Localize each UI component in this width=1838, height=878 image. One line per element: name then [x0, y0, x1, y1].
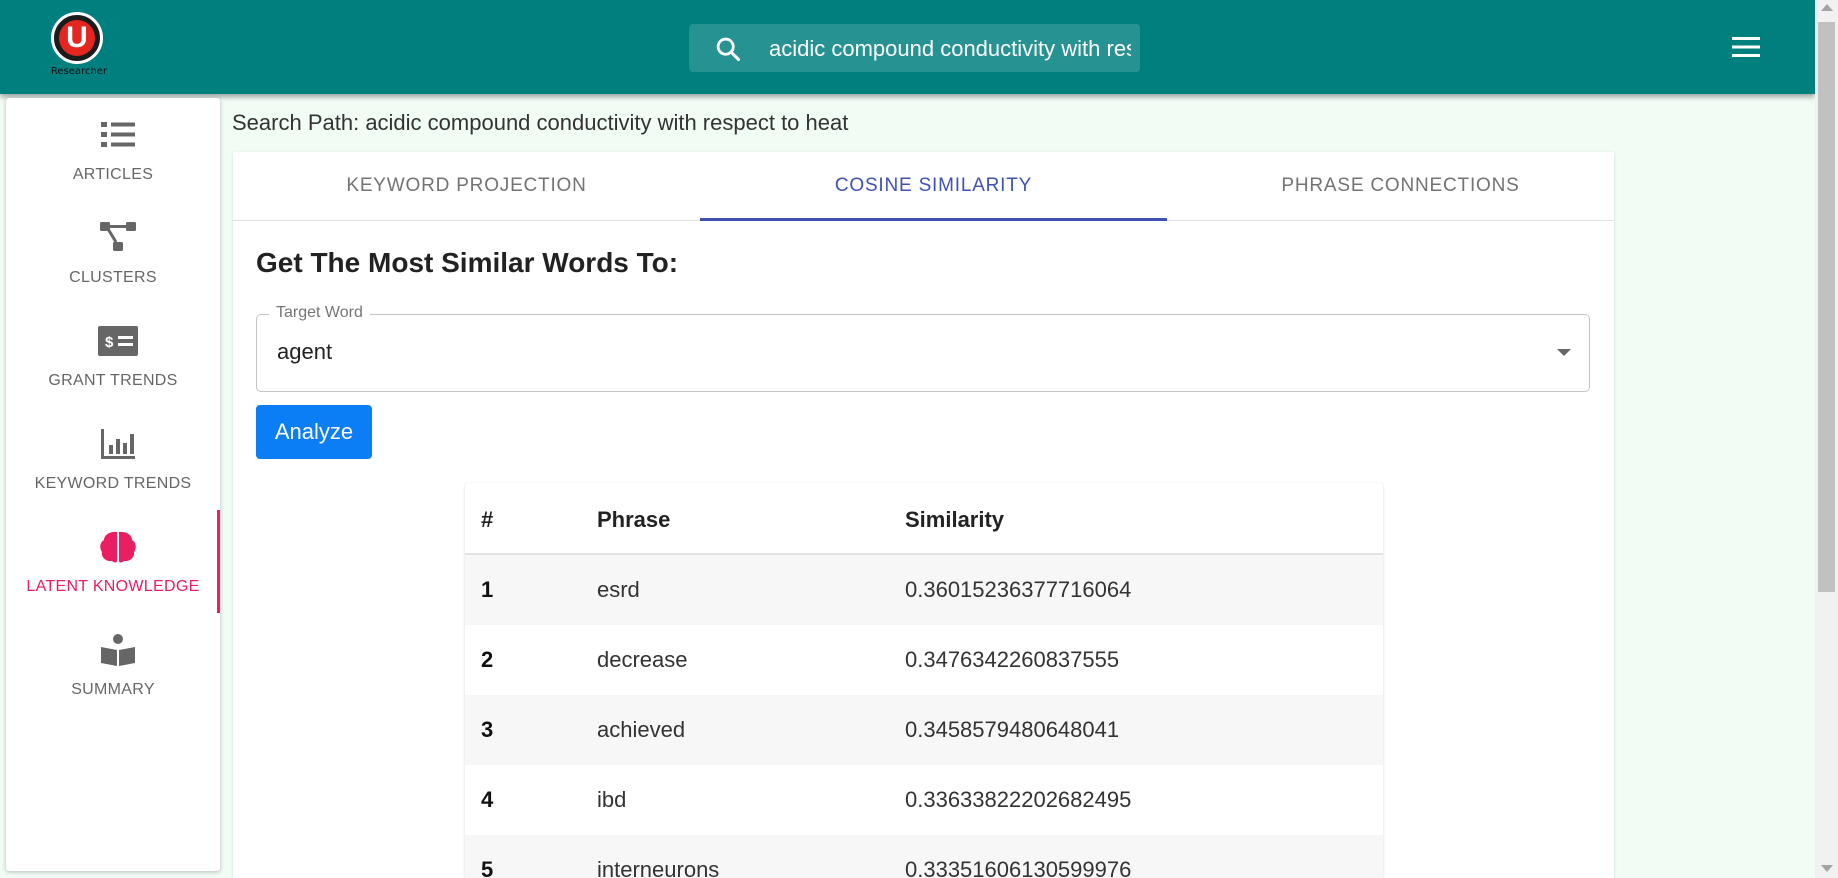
tab-keyword-projection[interactable]: KEYWORD PROJECTION [233, 152, 700, 220]
sidebar-item-label: CLUSTERS [69, 269, 157, 286]
analysis-card: KEYWORD PROJECTION COSINE SIMILARITY PHR… [233, 152, 1614, 878]
svg-text:$: $ [105, 334, 114, 351]
sidebar-nav: ARTICLES CLUSTERS $ GRANT TRENDS KEYWORD… [6, 98, 220, 871]
row-rank: 4 [481, 787, 494, 812]
sidebar-item-label: ARTICLES [72, 166, 154, 183]
researcher-logo[interactable]: U Researcher [46, 12, 112, 84]
sidebar-item-summary[interactable]: SUMMARY [6, 613, 220, 716]
brain-icon [100, 531, 136, 563]
sidebar-item-label: GRANT TRENDS [48, 372, 178, 389]
sidebar-item-latent-knowledge[interactable]: LATENT KNOWLEDGE [6, 510, 220, 613]
top-app-bar: U Researcher acidic compound conductivit… [0, 0, 1815, 94]
active-indicator [217, 510, 220, 613]
similarity-table: # Phrase Similarity 1 esrd 0.36015236377… [465, 483, 1383, 878]
section-title: Get The Most Similar Words To: [256, 247, 679, 278]
sidebar-item-articles[interactable]: ARTICLES [6, 98, 220, 201]
page-scrollbar[interactable] [1815, 0, 1838, 878]
table-row: 5 interneurons 0.33351606130599976 [465, 835, 1383, 878]
scroll-up-arrow-icon[interactable] [1821, 4, 1833, 11]
scroll-down-arrow-icon[interactable] [1821, 865, 1833, 872]
table-row: 3 achieved 0.3458579480648041 [465, 695, 1383, 766]
reader-icon [101, 634, 135, 666]
logo-badge: U [51, 12, 103, 64]
row-phrase: ibd [597, 787, 627, 812]
row-similarity: 0.33351606130599976 [905, 857, 1132, 878]
sidebar-item-label: SUMMARY [71, 681, 155, 698]
search-path: Search Path: acidic compound conductivit… [232, 110, 848, 136]
target-word-label: Target Word [269, 304, 370, 322]
search-path-label: Search Path: [232, 110, 360, 135]
dropdown-arrow-icon[interactable] [1557, 349, 1571, 356]
row-similarity: 0.3476342260837555 [905, 647, 1120, 672]
sidebar-item-grant-trends[interactable]: $ GRANT TRENDS [6, 304, 220, 407]
sidebar-item-label: KEYWORD TRENDS [34, 475, 192, 492]
tab-cosine-similarity[interactable]: COSINE SIMILARITY [700, 152, 1167, 220]
table-row: 2 decrease 0.3476342260837555 [465, 625, 1383, 696]
hamburger-menu-icon[interactable] [1732, 36, 1760, 58]
sidebar-item-label: LATENT KNOWLEDGE [26, 578, 200, 595]
row-rank: 3 [481, 717, 494, 742]
row-phrase: decrease [597, 647, 688, 672]
logo-caption: Researcher [50, 66, 108, 77]
row-rank: 1 [481, 577, 494, 602]
row-rank: 5 [481, 857, 494, 878]
sidebar-item-clusters[interactable]: CLUSTERS [6, 201, 220, 304]
tab-indicator [700, 218, 1167, 221]
row-similarity: 0.33633822202682495 [905, 787, 1132, 812]
target-word-select[interactable]: Target Word agent [256, 304, 1590, 392]
column-header-phrase: Phrase [597, 507, 671, 532]
analysis-tabs: KEYWORD PROJECTION COSINE SIMILARITY PHR… [233, 152, 1614, 221]
cluster-icon [100, 222, 136, 251]
money-icon: $ [98, 326, 138, 356]
search-path-value: acidic compound conductivity with respec… [365, 110, 849, 135]
table-row: 4 ibd 0.33633822202682495 [465, 765, 1383, 836]
table-row: 1 esrd 0.36015236377716064 [465, 555, 1383, 626]
row-rank: 2 [481, 647, 494, 672]
row-phrase: interneurons [597, 857, 720, 878]
search-bar[interactable]: acidic compound conductivity with respec… [689, 24, 1140, 72]
list-icon [101, 122, 135, 147]
row-similarity: 0.36015236377716064 [905, 577, 1132, 602]
row-phrase: achieved [597, 717, 686, 742]
analyze-button[interactable]: Analyze [256, 405, 372, 459]
column-header-similarity: Similarity [905, 507, 1005, 532]
tab-phrase-connections[interactable]: PHRASE CONNECTIONS [1167, 152, 1634, 220]
scrollbar-thumb[interactable] [1818, 22, 1835, 592]
row-phrase: esrd [597, 577, 640, 602]
row-similarity: 0.3458579480648041 [905, 717, 1120, 742]
bar-chart-icon [101, 429, 135, 459]
table-header: # Phrase Similarity [465, 483, 1383, 555]
column-header-rank: # [481, 507, 494, 532]
target-word-value[interactable]: agent [277, 339, 332, 365]
search-icon[interactable] [714, 35, 742, 63]
sidebar-item-keyword-trends[interactable]: KEYWORD TRENDS [6, 407, 220, 510]
search-input[interactable]: acidic compound conductivity with respec… [769, 36, 1131, 62]
logo-letter: U [59, 20, 95, 56]
